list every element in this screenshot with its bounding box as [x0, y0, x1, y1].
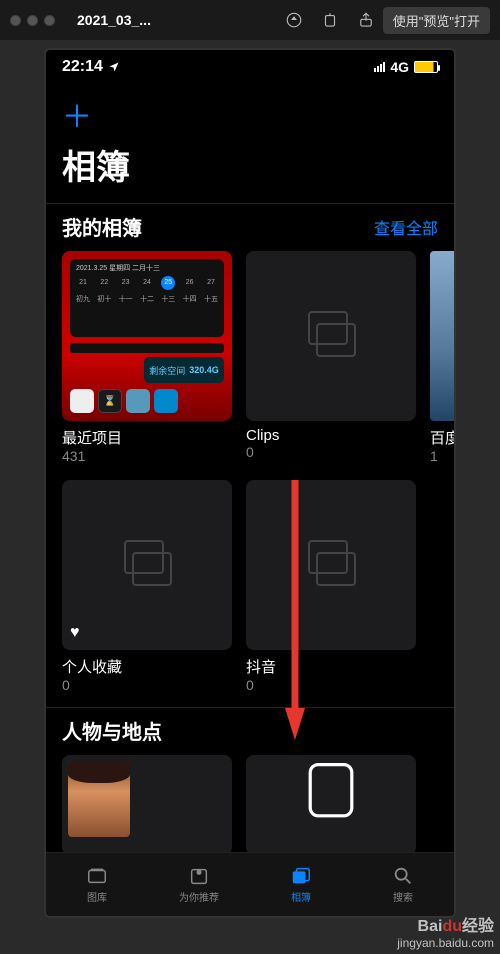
album-favorites-thumb: ♥: [62, 480, 232, 650]
for-you-icon: [186, 865, 212, 887]
album-count: 0: [246, 444, 416, 460]
people-places-header: 人物与地点: [46, 707, 454, 755]
places-card[interactable]: [246, 755, 416, 855]
face-thumbnail: [68, 761, 130, 837]
traffic-lights[interactable]: [10, 15, 55, 26]
album-favorites[interactable]: ♥ 个人收藏 0: [62, 480, 232, 693]
see-all-link[interactable]: 查看全部: [374, 215, 438, 239]
album-recents-thumb: 2021.3.25 星期四 二月十三 21222324252627 初九初十十一…: [62, 251, 232, 421]
minimize-window-dot[interactable]: [27, 15, 38, 26]
album-row-1: 2021.3.25 星期四 二月十三 21222324252627 初九初十十一…: [46, 251, 454, 464]
page-title: 相簿: [46, 136, 454, 203]
ios-status-bar: 22:14 4G: [46, 50, 454, 84]
heart-icon: ♥: [70, 624, 80, 642]
close-window-dot[interactable]: [10, 15, 21, 26]
rotate-icon[interactable]: [321, 11, 339, 29]
album-recents[interactable]: 2021.3.25 星期四 二月十三 21222324252627 初九初十十一…: [62, 251, 232, 464]
tab-bar: 图库 为你推荐 相簿 搜索: [46, 852, 454, 916]
album-clips[interactable]: Clips 0: [246, 251, 416, 464]
macos-titlebar: 2021_03_... 使用"预览"打开: [0, 0, 500, 40]
map-pin-outline-icon: [281, 755, 381, 835]
album-label: 最近项目: [62, 427, 232, 448]
tab-label: 搜索: [393, 889, 413, 904]
tab-label: 为你推荐: [179, 889, 219, 904]
album-douyin-thumb: [246, 480, 416, 650]
album-count: 431: [62, 448, 232, 464]
tab-label: 图库: [87, 889, 107, 904]
album-count: 1: [430, 448, 454, 464]
people-card[interactable]: [62, 755, 232, 855]
phone-screen: 22:14 4G ＋ 相簿 我的相簿 查看全部 2021.3.25 星期四 二月…: [44, 48, 456, 918]
people-places-row: [46, 755, 454, 855]
tab-search[interactable]: 搜索: [352, 853, 454, 916]
tab-for-you[interactable]: 为你推荐: [148, 853, 250, 916]
my-albums-header: 我的相簿 查看全部: [46, 203, 454, 251]
window-title: 2021_03_...: [77, 12, 151, 28]
search-icon: [390, 865, 416, 887]
album-label: Clips: [246, 427, 416, 444]
album-label: 个人收藏: [62, 656, 232, 677]
watermark-url: jingyan.baidu.com: [397, 936, 494, 950]
app-icons: ⌛: [70, 389, 178, 413]
album-label: 百度: [430, 427, 454, 448]
album-baidu[interactable]: 百度 1: [430, 251, 454, 464]
signal-icon: [374, 62, 385, 72]
status-network: 4G: [390, 59, 409, 75]
album-count: 0: [246, 677, 416, 693]
disk-widget: 剩余空间 320.4G: [144, 357, 224, 383]
album-baidu-thumb: [430, 251, 454, 421]
zoom-window-dot[interactable]: [44, 15, 55, 26]
watermark: Baidu经验 jingyan.baidu.com: [397, 912, 494, 950]
status-time: 22:14: [62, 58, 103, 76]
people-places-title: 人物与地点: [62, 716, 162, 745]
albums-icon: [288, 865, 314, 887]
my-albums-title: 我的相簿: [62, 212, 142, 241]
album-row-2: ♥ 个人收藏 0 抖音 0: [46, 480, 454, 693]
empty-stack-icon: [299, 533, 363, 597]
album-label: 抖音: [246, 656, 416, 677]
empty-stack-icon: [299, 304, 363, 368]
add-album-button[interactable]: ＋: [46, 84, 454, 136]
toolbar-icons: [285, 11, 375, 29]
album-count: 0: [62, 677, 232, 693]
location-icon: [108, 61, 120, 73]
tab-label: 相簿: [291, 889, 311, 904]
library-icon: [84, 865, 110, 887]
album-douyin[interactable]: 抖音 0: [246, 480, 416, 693]
tab-albums[interactable]: 相簿: [250, 853, 352, 916]
album-clips-thumb: [246, 251, 416, 421]
info-icon[interactable]: [285, 11, 303, 29]
share-icon[interactable]: [357, 11, 375, 29]
tab-library[interactable]: 图库: [46, 853, 148, 916]
calendar-widget: 2021.3.25 星期四 二月十三 21222324252627 初九初十十一…: [70, 259, 224, 337]
battery-icon: [414, 61, 438, 73]
empty-stack-icon: [115, 533, 179, 597]
open-with-preview-button[interactable]: 使用"预览"打开: [383, 7, 490, 34]
